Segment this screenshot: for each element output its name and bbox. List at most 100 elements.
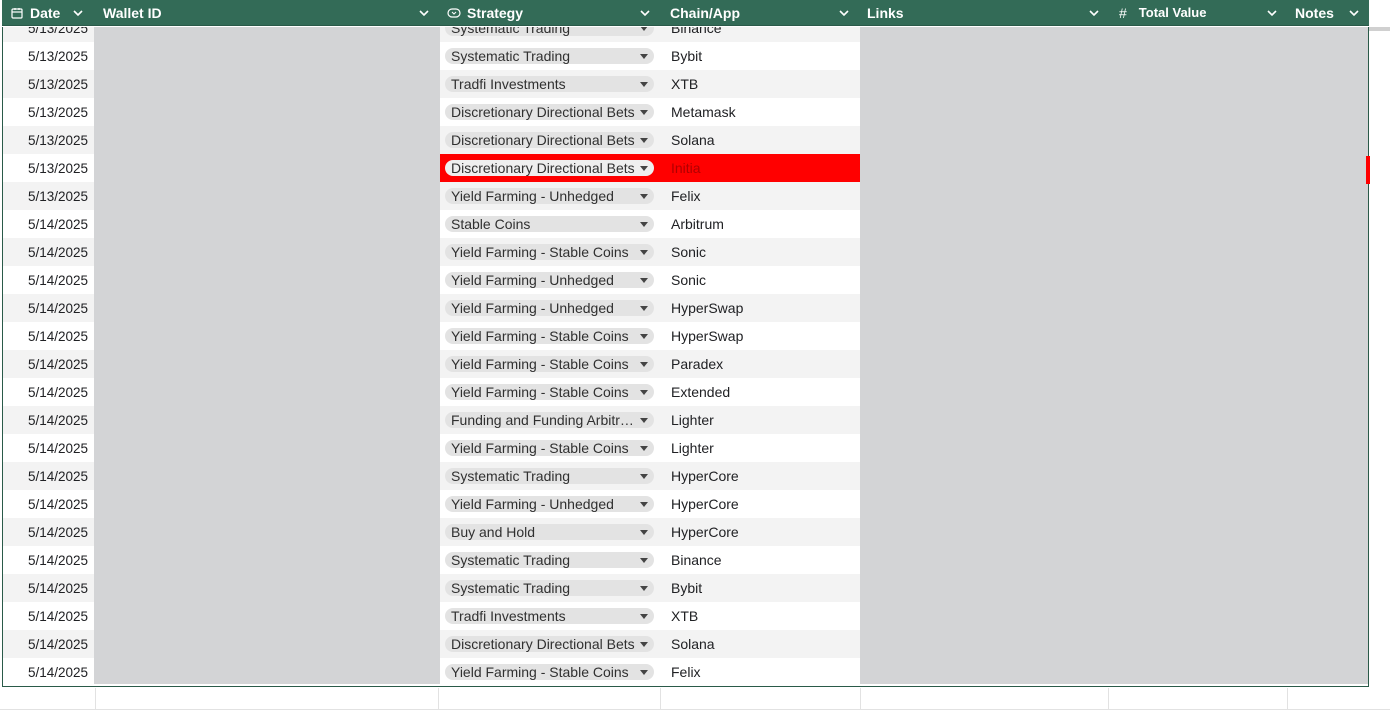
strategy-dropdown[interactable]: Yield Farming - Stable Coins	[445, 440, 654, 456]
strategy-cell[interactable]: Systematic Trading	[440, 574, 661, 602]
date-cell[interactable]: 5/13/2025	[3, 182, 94, 210]
strategy-cell[interactable]: Tradfi Investments	[440, 602, 661, 630]
strategy-cell[interactable]: Yield Farming - Stable Coins	[440, 658, 661, 686]
date-cell[interactable]: 5/14/2025	[3, 602, 94, 630]
date-cell[interactable]: 5/14/2025	[3, 238, 94, 266]
caret-down-icon[interactable]	[640, 586, 648, 591]
strategy-dropdown[interactable]: Discretionary Directional Bets	[445, 636, 654, 652]
chain-app-cell[interactable]: XTB	[661, 602, 860, 630]
date-cell[interactable]: 5/14/2025	[3, 574, 94, 602]
strategy-dropdown[interactable]: Yield Farming - Stable Coins	[445, 384, 654, 400]
chain-app-cell[interactable]: Arbitrum	[661, 210, 860, 238]
strategy-dropdown[interactable]: Systematic Trading	[445, 27, 654, 36]
strategy-cell[interactable]: Buy and Hold	[440, 518, 661, 546]
strategy-cell[interactable]: Systematic Trading	[440, 462, 661, 490]
caret-down-icon[interactable]	[640, 362, 648, 367]
strategy-dropdown[interactable]: Discretionary Directional Bets	[445, 104, 654, 120]
caret-down-icon[interactable]	[640, 166, 648, 171]
strategy-dropdown[interactable]: Yield Farming - Unhedged	[445, 272, 654, 288]
strategy-dropdown[interactable]: Yield Farming - Stable Coins	[445, 328, 654, 344]
strategy-cell[interactable]: Yield Farming - Stable Coins	[440, 378, 661, 406]
caret-down-icon[interactable]	[640, 558, 648, 563]
column-header-notes[interactable]: Notes	[1287, 0, 1369, 25]
chain-app-cell[interactable]: Lighter	[661, 434, 860, 462]
chain-app-cell[interactable]: Bybit	[661, 42, 860, 70]
caret-down-icon[interactable]	[640, 27, 648, 31]
date-cell[interactable]: 5/14/2025	[3, 210, 94, 238]
column-header-date[interactable]: Date	[2, 0, 93, 25]
strategy-cell[interactable]: Yield Farming - Unhedged	[440, 490, 661, 518]
date-cell[interactable]: 5/14/2025	[3, 406, 94, 434]
strategy-cell[interactable]: Systematic Trading	[440, 546, 661, 574]
caret-down-icon[interactable]	[640, 306, 648, 311]
column-header-total-value[interactable]: # Total Value	[1109, 0, 1287, 25]
chain-app-cell[interactable]: Bybit	[661, 574, 860, 602]
caret-down-icon[interactable]	[640, 502, 648, 507]
strategy-dropdown[interactable]: Discretionary Directional Bets	[445, 132, 654, 148]
chain-app-cell[interactable]: Paradex	[661, 350, 860, 378]
date-cell[interactable]: 5/13/2025	[3, 98, 94, 126]
strategy-cell[interactable]: Systematic Trading	[440, 27, 661, 42]
chain-app-cell[interactable]: Binance	[661, 27, 860, 42]
date-cell[interactable]: 5/14/2025	[3, 658, 94, 686]
column-header-links[interactable]: Links	[859, 0, 1109, 25]
chain-app-cell[interactable]: Solana	[661, 126, 860, 154]
chain-app-cell[interactable]: Lighter	[661, 406, 860, 434]
strategy-cell[interactable]: Yield Farming - Stable Coins	[440, 238, 661, 266]
chain-app-cell[interactable]: HyperSwap	[661, 322, 860, 350]
date-cell[interactable]: 5/13/2025	[3, 126, 94, 154]
strategy-dropdown[interactable]: Yield Farming - Stable Coins	[445, 356, 654, 372]
strategy-cell[interactable]: Yield Farming - Unhedged	[440, 182, 661, 210]
strategy-dropdown[interactable]: Systematic Trading	[445, 468, 654, 484]
caret-down-icon[interactable]	[640, 110, 648, 115]
caret-down-icon[interactable]	[640, 138, 648, 143]
strategy-cell[interactable]: Systematic Trading	[440, 42, 661, 70]
chevron-down-icon[interactable]	[1347, 6, 1361, 20]
date-cell[interactable]: 5/14/2025	[3, 462, 94, 490]
chain-app-cell[interactable]: Sonic	[661, 266, 860, 294]
strategy-dropdown[interactable]: Buy and Hold	[445, 524, 654, 540]
strategy-cell[interactable]: Discretionary Directional Bets	[440, 98, 661, 126]
strategy-dropdown[interactable]: Funding and Funding Arbitra...	[445, 412, 654, 428]
column-header-wallet-id[interactable]: Wallet ID	[93, 0, 439, 25]
date-cell[interactable]: 5/14/2025	[3, 434, 94, 462]
chain-app-cell[interactable]: Sonic	[661, 238, 860, 266]
chevron-down-icon[interactable]	[417, 6, 431, 20]
strategy-cell[interactable]: Yield Farming - Unhedged	[440, 294, 661, 322]
strategy-dropdown[interactable]: Discretionary Directional Bets	[445, 160, 654, 176]
strategy-cell[interactable]: Stable Coins	[440, 210, 661, 238]
caret-down-icon[interactable]	[640, 194, 648, 199]
caret-down-icon[interactable]	[640, 642, 648, 647]
strategy-cell[interactable]: Tradfi Investments	[440, 70, 661, 98]
chain-app-cell[interactable]: HyperCore	[661, 490, 860, 518]
caret-down-icon[interactable]	[640, 418, 648, 423]
caret-down-icon[interactable]	[640, 530, 648, 535]
chain-app-cell[interactable]: Solana	[661, 630, 860, 658]
caret-down-icon[interactable]	[640, 250, 648, 255]
caret-down-icon[interactable]	[640, 614, 648, 619]
chain-app-cell[interactable]: Felix	[661, 658, 860, 686]
strategy-dropdown[interactable]: Stable Coins	[445, 216, 654, 232]
strategy-cell[interactable]: Yield Farming - Unhedged	[440, 266, 661, 294]
date-cell[interactable]: 5/14/2025	[3, 378, 94, 406]
chain-app-cell[interactable]: Initia	[661, 154, 860, 182]
date-cell[interactable]: 5/14/2025	[3, 294, 94, 322]
date-cell[interactable]: 5/14/2025	[3, 266, 94, 294]
caret-down-icon[interactable]	[640, 278, 648, 283]
strategy-dropdown[interactable]: Yield Farming - Unhedged	[445, 300, 654, 316]
chain-app-cell[interactable]: HyperCore	[661, 518, 860, 546]
chain-app-cell[interactable]: Extended	[661, 378, 860, 406]
strategy-cell[interactable]: Discretionary Directional Bets	[440, 126, 661, 154]
strategy-cell[interactable]: Discretionary Directional Bets	[440, 630, 661, 658]
strategy-dropdown[interactable]: Yield Farming - Stable Coins	[445, 244, 654, 260]
chain-app-cell[interactable]: HyperSwap	[661, 294, 860, 322]
chain-app-cell[interactable]: Metamask	[661, 98, 860, 126]
date-cell[interactable]: 5/14/2025	[3, 322, 94, 350]
caret-down-icon[interactable]	[640, 82, 648, 87]
caret-down-icon[interactable]	[640, 54, 648, 59]
column-header-strategy[interactable]: Strategy	[439, 0, 660, 25]
date-cell[interactable]: 5/14/2025	[3, 546, 94, 574]
column-header-chain-app[interactable]: Chain/App	[660, 0, 859, 25]
chain-app-cell[interactable]: Binance	[661, 546, 860, 574]
chevron-down-icon[interactable]	[1265, 6, 1279, 20]
